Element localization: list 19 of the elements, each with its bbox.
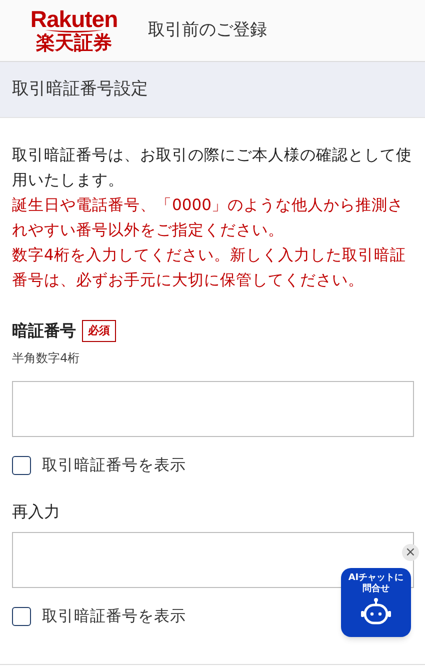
warning-text: 誕生日や電話番号、「0000」のような他人から推測されやすい番号以外をご指定ください。 [12,195,404,241]
checkbox[interactable] [12,456,31,476]
ai-chat-button[interactable]: AIチャットに 問合せ [341,568,411,637]
checkbox-label: 取引暗証番号を表示 [42,455,186,476]
robot-icon [361,598,391,624]
warning-text: 数字4桁を入力してください。新しく入力した取引暗証番号は、必ずお手元に大切に保管してください。 [12,245,407,291]
close-button[interactable]: × [402,544,419,561]
input-field[interactable] [12,381,414,437]
checkbox[interactable] [12,607,31,626]
required-badge: 必須 [82,320,116,342]
field-label: 暗証番号 [12,320,76,342]
description-text: 取引暗証番号は、お取引の際にご本人様の確認として使用いたします。 [12,145,413,191]
logo-text: Rakuten [30,7,118,31]
field-label: 再入力 [12,501,60,524]
section-title: 取引暗証番号設定 [12,78,148,101]
checkbox-label: 取引暗証番号を表示 [42,606,186,628]
hint-text: 半角数字4桁 [12,350,80,367]
logo-text: 楽天証券 [36,32,112,54]
page-title: 取引前のご登録 [148,18,267,42]
